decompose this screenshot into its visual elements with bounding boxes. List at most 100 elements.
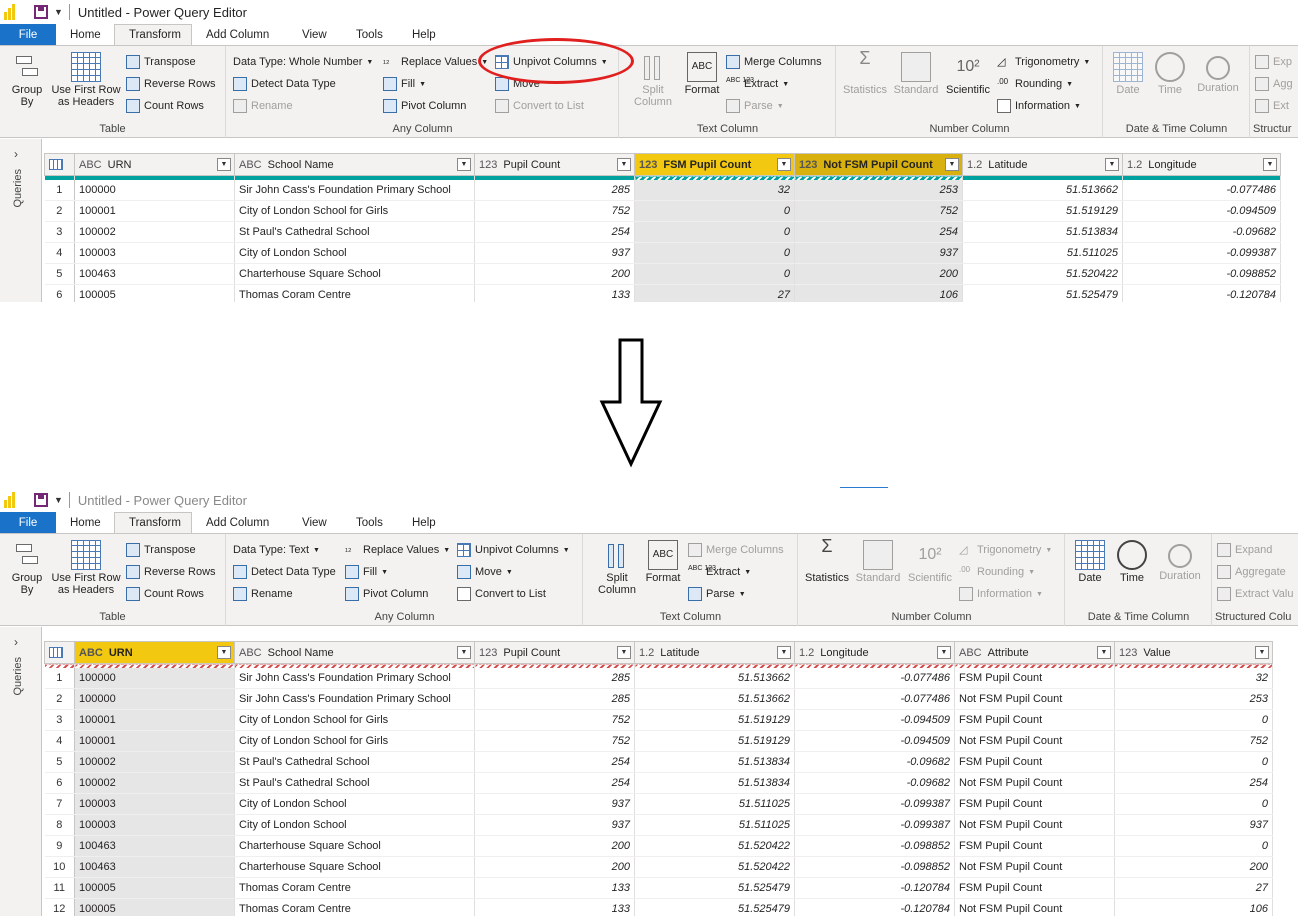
table-row[interactable]: 3 100001 City of London School for Girls 75… <box>44 709 1273 731</box>
table-cell[interactable]: -0.077486 <box>1122 179 1281 201</box>
table-cell[interactable]: Thomas Coram Centre <box>234 898 475 916</box>
column-header[interactable]: 123 Value ▼ <box>1114 641 1273 664</box>
extract-button[interactable]: ABC 123 Extract ▼ <box>688 562 751 582</box>
merge-columns-button[interactable]: Merge Columns <box>688 540 784 560</box>
quick-access-dropdown-icon[interactable]: ▼ <box>54 495 63 505</box>
format-button[interactable]: ABC Format <box>642 540 684 584</box>
date-button[interactable]: Date <box>1072 540 1108 584</box>
column-header[interactable]: 1.2 Latitude ▼ <box>634 641 795 664</box>
table-cell[interactable]: 0 <box>634 200 795 222</box>
expand-button[interactable]: Expand <box>1217 540 1272 560</box>
table-cell[interactable]: 0 <box>1114 793 1273 815</box>
data-type-dropdown[interactable]: Data Type: Text ▼ <box>233 540 320 560</box>
rename-button[interactable]: Rename <box>233 96 293 116</box>
scientific-button[interactable]: 10² Scientific <box>943 52 993 96</box>
table-cell[interactable]: 100002 <box>74 221 235 243</box>
use-first-row-button[interactable]: Use First Row as Headers <box>50 540 122 596</box>
column-header[interactable]: ABC School Name ▼ <box>234 641 475 664</box>
table-cell[interactable]: 752 <box>474 709 635 731</box>
table-cell[interactable]: 285 <box>474 179 635 201</box>
column-header-selected[interactable]: 123 Not FSM Pupil Count ▼ <box>794 153 963 176</box>
table-cell[interactable]: Charterhouse Square School <box>234 856 475 878</box>
table-cell[interactable]: FSM Pupil Count <box>954 751 1115 773</box>
table-row[interactable]: 8 100003 City of London School 937 51.511025… <box>44 814 1273 836</box>
table-cell[interactable]: 285 <box>474 688 635 710</box>
chevron-right-icon[interactable]: › <box>14 635 18 649</box>
table-cell[interactable]: 0 <box>634 263 795 285</box>
table-cell[interactable]: 100003 <box>74 814 235 836</box>
table-cell[interactable]: 200 <box>474 835 635 857</box>
table-cell[interactable]: 51.519129 <box>634 730 795 752</box>
table-row[interactable]: 9 100463 Charterhouse Square School 200 51.5… <box>44 835 1273 857</box>
table-row[interactable]: 7 100003 City of London School 937 51.511025… <box>44 793 1273 815</box>
table-row[interactable]: 4 100003 City of London School 937 0 937 51.51… <box>44 242 1281 264</box>
filter-dropdown-icon[interactable]: ▼ <box>1255 646 1269 659</box>
table-cell[interactable]: 100001 <box>74 200 235 222</box>
table-cell[interactable]: 752 <box>474 730 635 752</box>
table-cell[interactable]: 133 <box>474 877 635 899</box>
table-cell[interactable]: FSM Pupil Count <box>954 667 1115 689</box>
rename-button[interactable]: Rename <box>233 584 293 604</box>
tab-tools[interactable]: Tools <box>342 512 398 533</box>
tab-add-column[interactable]: Add Column <box>192 512 288 533</box>
parse-button[interactable]: Parse ▼ <box>688 584 746 604</box>
parse-button[interactable]: Parse ▼ <box>726 96 784 116</box>
table-cell[interactable]: 100005 <box>74 898 235 916</box>
convert-to-list-button[interactable]: Convert to List <box>457 584 546 604</box>
table-row[interactable]: 5 100463 Charterhouse Square School 200 0 200… <box>44 263 1281 285</box>
filter-dropdown-icon[interactable]: ▼ <box>1105 158 1119 171</box>
table-cell[interactable]: 937 <box>474 793 635 815</box>
table-cell[interactable]: St Paul's Cathedral School <box>234 221 475 243</box>
transpose-button[interactable]: Transpose <box>126 52 196 72</box>
scientific-button[interactable]: 10² Scientific <box>905 540 955 584</box>
table-cell[interactable]: -0.09682 <box>794 751 955 773</box>
table-cell[interactable]: -0.120784 <box>1122 284 1281 302</box>
table-cell[interactable]: -0.094509 <box>1122 200 1281 222</box>
table-cell[interactable]: -0.09682 <box>794 772 955 794</box>
table-cell[interactable]: -0.099387 <box>794 814 955 836</box>
table-cell[interactable]: 51.520422 <box>634 835 795 857</box>
extract-values-button[interactable]: Extract Valu <box>1217 584 1294 604</box>
table-cell[interactable]: 254 <box>794 221 963 243</box>
table-cell[interactable]: 0 <box>1114 709 1273 731</box>
save-icon[interactable] <box>34 493 48 507</box>
tab-view[interactable]: View <box>288 24 342 45</box>
table-cell[interactable]: Not FSM Pupil Count <box>954 856 1115 878</box>
table-menu-corner[interactable] <box>44 153 75 176</box>
filter-dropdown-icon[interactable]: ▼ <box>217 646 231 659</box>
column-header[interactable]: 1.2 Latitude ▼ <box>962 153 1123 176</box>
tab-file[interactable]: File <box>0 24 56 45</box>
table-cell[interactable]: Thomas Coram Centre <box>234 284 475 302</box>
pivot-column-button[interactable]: Pivot Column <box>383 96 466 116</box>
table-cell[interactable]: 51.525479 <box>634 898 795 916</box>
table-cell[interactable]: Not FSM Pupil Count <box>954 730 1115 752</box>
tab-help[interactable]: Help <box>398 24 454 45</box>
split-column-button[interactable]: Split Column <box>626 52 680 108</box>
table-cell[interactable]: 752 <box>794 200 963 222</box>
reverse-rows-button[interactable]: Reverse Rows <box>126 74 216 94</box>
trigonometry-button[interactable]: ◿ Trigonometry ▼ <box>959 540 1052 560</box>
table-cell[interactable]: City of London School for Girls <box>234 200 475 222</box>
filter-dropdown-icon[interactable]: ▼ <box>617 646 631 659</box>
table-cell[interactable]: Not FSM Pupil Count <box>954 898 1115 916</box>
table-row[interactable]: 2 100000 Sir John Cass's Foundation Primar… <box>44 688 1273 710</box>
table-row[interactable]: 11 100005 Thomas Coram Centre 133 51.525479-… <box>44 877 1273 899</box>
table-cell[interactable]: 937 <box>474 242 635 264</box>
table-cell[interactable]: 752 <box>474 200 635 222</box>
table-cell[interactable]: 200 <box>794 263 963 285</box>
table-cell[interactable]: 0 <box>634 242 795 264</box>
count-rows-button[interactable]: Count Rows <box>126 584 204 604</box>
filter-dropdown-icon[interactable]: ▼ <box>945 158 959 171</box>
table-cell[interactable]: 100002 <box>74 772 235 794</box>
table-row[interactable]: 10 100463 Charterhouse Square School 200 51.… <box>44 856 1273 878</box>
table-cell[interactable]: City of London School for Girls <box>234 730 475 752</box>
tab-view[interactable]: View <box>288 512 342 533</box>
move-button[interactable]: Move ▼ <box>457 562 513 582</box>
filter-dropdown-icon[interactable]: ▼ <box>217 158 231 171</box>
count-rows-button[interactable]: Count Rows <box>126 96 204 116</box>
table-cell[interactable]: City of London School <box>234 793 475 815</box>
table-cell[interactable]: City of London School <box>234 242 475 264</box>
table-cell[interactable]: 32 <box>634 179 795 201</box>
table-cell[interactable]: 937 <box>1114 814 1273 836</box>
table-cell[interactable]: 254 <box>1114 772 1273 794</box>
